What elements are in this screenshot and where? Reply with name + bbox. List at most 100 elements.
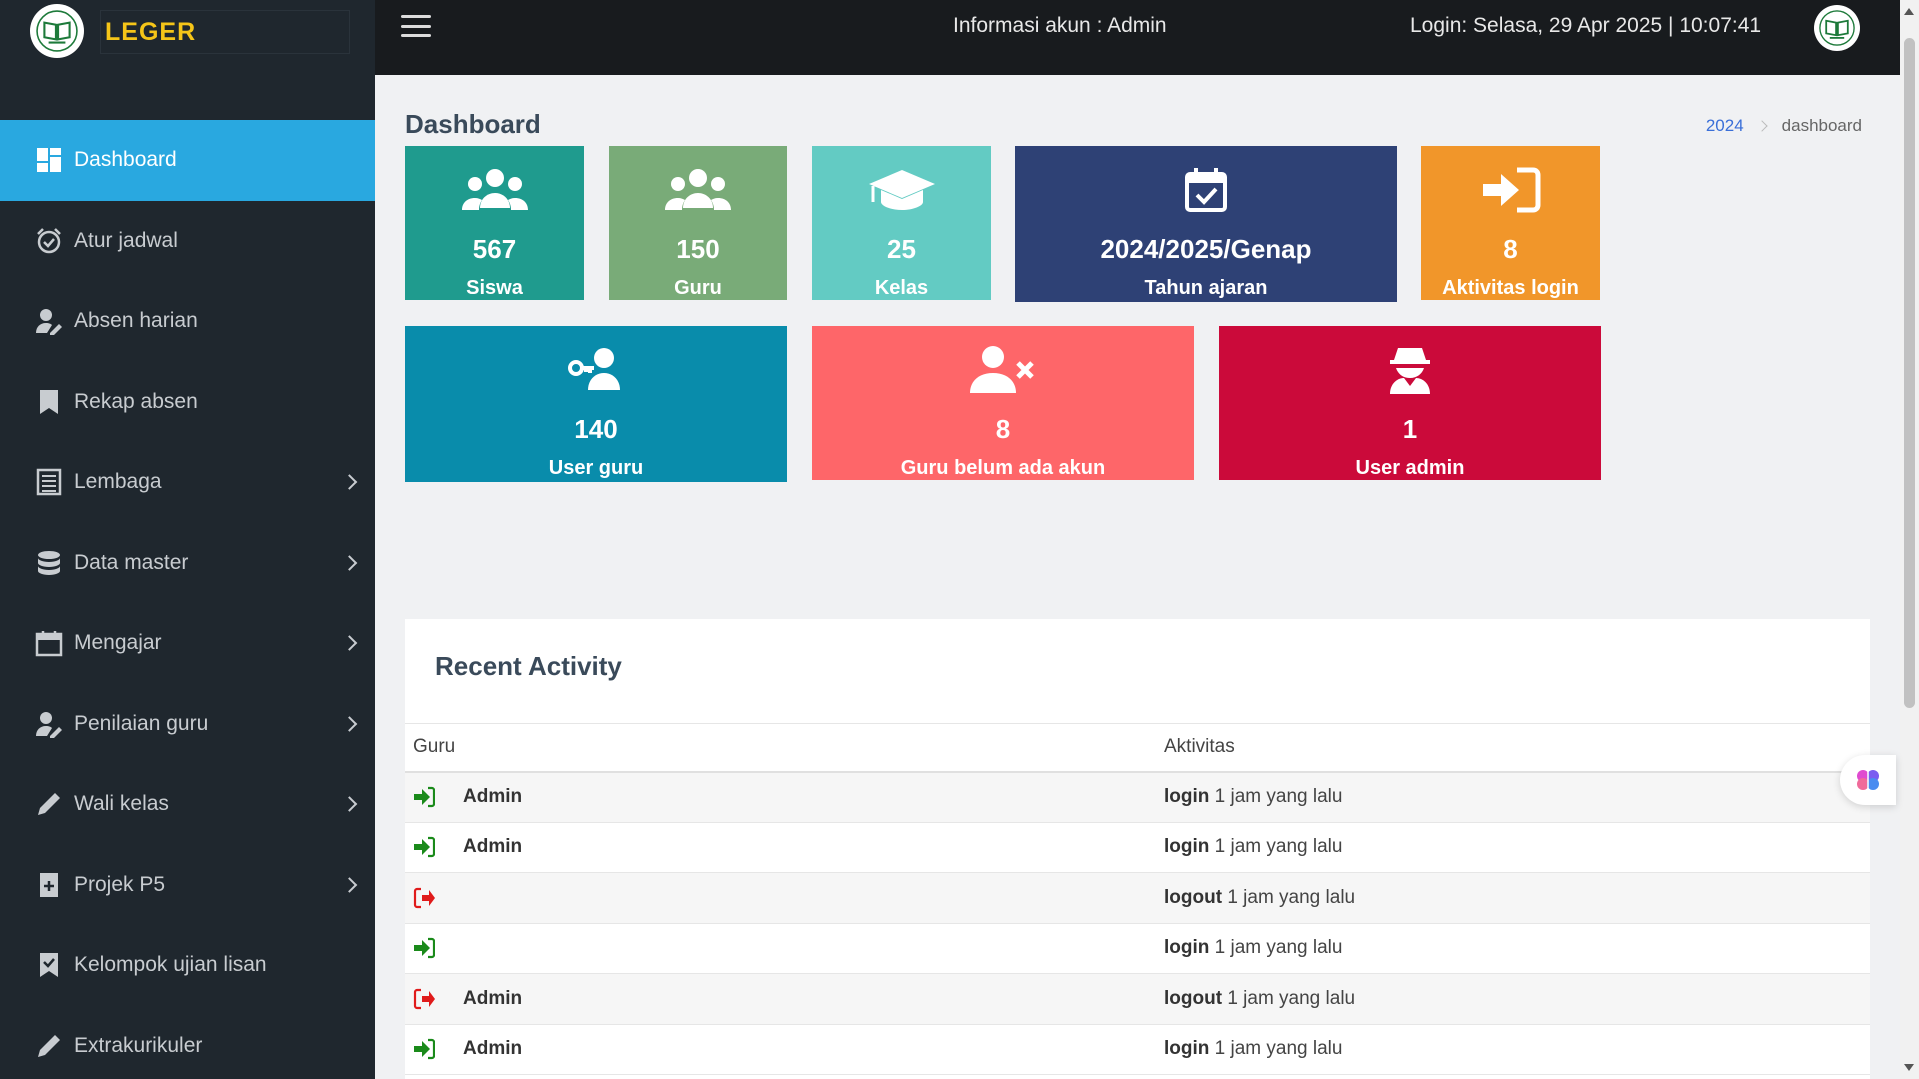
activity-type: login	[1164, 836, 1210, 858]
guru-name: Admin	[463, 987, 523, 1009]
guru-cell	[405, 872, 1156, 924]
stat-card-guru[interactable]: 150 Guru	[609, 146, 787, 300]
main-content: Dashboard 2024 dashboard 567 Siswa 150 Guru…	[375, 75, 1900, 1079]
assistant-button[interactable]	[1840, 755, 1896, 805]
activity-type: login	[1164, 786, 1210, 807]
activity-time: 1 jam yang lalu	[1214, 937, 1343, 959]
login-info: Login: Selasa, 29 Apr 2025 | 10:07:41	[1410, 14, 1762, 37]
stat-label: User guru	[548, 457, 644, 479]
stat-value: 8	[1503, 234, 1518, 264]
stat-label: Tahun ajaran	[1144, 277, 1268, 299]
sidebar-item-label: Projek P5	[74, 872, 166, 896]
users-icon	[460, 166, 530, 214]
activity-cell: login 1 jam yang lalu	[1156, 1024, 1870, 1075]
sidebar-item-label: Lembaga	[74, 470, 162, 494]
scroll-down-icon[interactable]	[1904, 1064, 1914, 1071]
sidebar-item-label: Extrakurikuler	[74, 1033, 203, 1057]
stat-card-kelas[interactable]: 25 Kelas	[812, 146, 991, 300]
page-title: Dashboard	[405, 109, 541, 139]
sidebar-item-label: Atur jadwal	[74, 228, 178, 252]
database-icon	[34, 548, 64, 578]
scroll-up-icon[interactable]	[1904, 8, 1914, 15]
brain-icon	[1857, 770, 1879, 790]
activity-time: 1 jam yang lalu	[1227, 886, 1356, 908]
activity-type: login	[1164, 1038, 1210, 1060]
bookmark-check-icon	[34, 950, 64, 980]
table-row: Admin login 1 jam yang lalu	[405, 822, 1870, 873]
stat-value: 2024/2025/Genap	[1100, 234, 1312, 264]
activity-cell: logout 1 jam yang lalu	[1156, 872, 1870, 924]
stat-card-aktivitas-login[interactable]: 8 Aktivitas login	[1421, 146, 1600, 300]
stat-card-siswa[interactable]: 567 Siswa	[405, 146, 584, 300]
sidebar-item-atur-jadwal[interactable]: Atur jadwal	[0, 201, 375, 282]
account-info: Informasi akun : Admin	[953, 14, 1167, 37]
sign-in-icon	[414, 1039, 435, 1060]
dashboard-icon	[34, 145, 64, 175]
breadcrumb-home-link[interactable]: 2024	[1706, 116, 1744, 136]
stat-label: Siswa	[466, 277, 523, 299]
sidebar-item-label: Dashboard	[74, 148, 177, 172]
page-scrollbar[interactable]	[1900, 0, 1919, 1079]
activity-cell: login 1 jam yang lalu	[1156, 771, 1870, 823]
sidebar-item-penilaian-guru[interactable]: Penilaian guru	[0, 684, 375, 765]
chevron-right-icon	[341, 474, 358, 491]
brand-logo[interactable]	[30, 4, 84, 58]
sidebar-item-wali-kelas[interactable]: Wali kelas	[0, 764, 375, 845]
sidebar-item-mengajar[interactable]: Mengajar	[0, 603, 375, 684]
stat-card-guru-belum-ada-akun[interactable]: 8 Guru belum ada akun	[812, 326, 1194, 480]
sidebar-item-extrakurikuler[interactable]: Extrakurikuler	[0, 1006, 375, 1079]
stat-card-tahun-ajaran[interactable]: 2024/2025/Genap Tahun ajaran	[1015, 146, 1397, 302]
pencil-icon	[34, 789, 64, 819]
brand-name-box: LEGER	[100, 10, 350, 54]
user-secret-icon	[1384, 346, 1436, 394]
user-edit-icon	[34, 709, 64, 739]
activity-cell: login 1 jam yang lalu	[1156, 923, 1870, 974]
sidebar-item-label: Data master	[74, 550, 189, 574]
guru-cell	[405, 923, 1156, 974]
sign-in-icon	[414, 938, 435, 959]
sidebar-item-kelompok-ujian-lisan[interactable]: Kelompok ujian lisan	[0, 925, 375, 1006]
stat-card-user-guru[interactable]: 140 User guru	[405, 326, 787, 482]
sidebar-item-data-master[interactable]: Data master	[0, 523, 375, 604]
sidebar-item-lembaga[interactable]: Lembaga	[0, 442, 375, 523]
sign-in-icon	[414, 786, 435, 808]
users-icon	[663, 166, 733, 214]
scrollbar-thumb[interactable]	[1904, 38, 1915, 708]
column-header-guru: Guru	[405, 723, 1156, 773]
guru-name: Admin	[463, 836, 523, 858]
table-row: Admin logout 1 jam yang lalu	[405, 973, 1870, 1025]
sign-out-icon	[413, 887, 435, 908]
stat-label: Kelas	[874, 277, 929, 299]
recent-activity-title: Recent Activity	[435, 651, 622, 681]
user-key-icon	[566, 346, 626, 394]
breadcrumb-current: dashboard	[1781, 116, 1862, 135]
column-header-aktivitas: Aktivitas	[1156, 723, 1870, 773]
activity-time: 1 jam yang lalu	[1214, 1038, 1343, 1060]
book-plus-icon	[34, 870, 64, 900]
activity-time: 1 jam yang lalu	[1227, 987, 1356, 1009]
activity-cell: login 1 jam yang lalu	[1156, 822, 1870, 873]
menu-toggle-icon[interactable]	[401, 15, 431, 37]
table-row: login 1 jam yang lalu	[405, 923, 1870, 974]
sidebar-item-rekap-absen[interactable]: Rekap absen	[0, 362, 375, 443]
avatar[interactable]	[1814, 5, 1860, 51]
brand: LEGER	[0, 0, 375, 120]
stat-label: User admin	[1355, 457, 1465, 479]
chevron-right-icon	[341, 635, 358, 652]
activity-type: login	[1164, 937, 1210, 959]
activity-table: Guru Aktivitas Admin login 1 jam yang lal…	[405, 723, 1870, 1075]
stat-card-user-admin[interactable]: 1 User admin	[1219, 326, 1601, 480]
table-row: logout 1 jam yang lalu	[405, 872, 1870, 924]
user-x-icon	[968, 346, 1038, 394]
sidebar-item-absen-harian[interactable]: Absen harian	[0, 281, 375, 362]
stat-label: Guru belum ada akun	[900, 457, 1106, 479]
guru-cell: Admin	[405, 1024, 1156, 1075]
sidebar-item-projek-p5[interactable]: Projek P5	[0, 845, 375, 926]
recent-activity-panel: Recent Activity Guru Aktivitas Admin logi…	[405, 619, 1870, 1079]
chevron-right-icon	[341, 876, 358, 893]
chevron-right-icon	[341, 796, 358, 813]
chevron-right-icon	[341, 554, 358, 571]
stat-value: 1	[1402, 414, 1418, 444]
table-row: Admin login 1 jam yang lalu	[405, 1024, 1870, 1075]
sidebar-item-dashboard[interactable]: Dashboard	[0, 120, 375, 201]
